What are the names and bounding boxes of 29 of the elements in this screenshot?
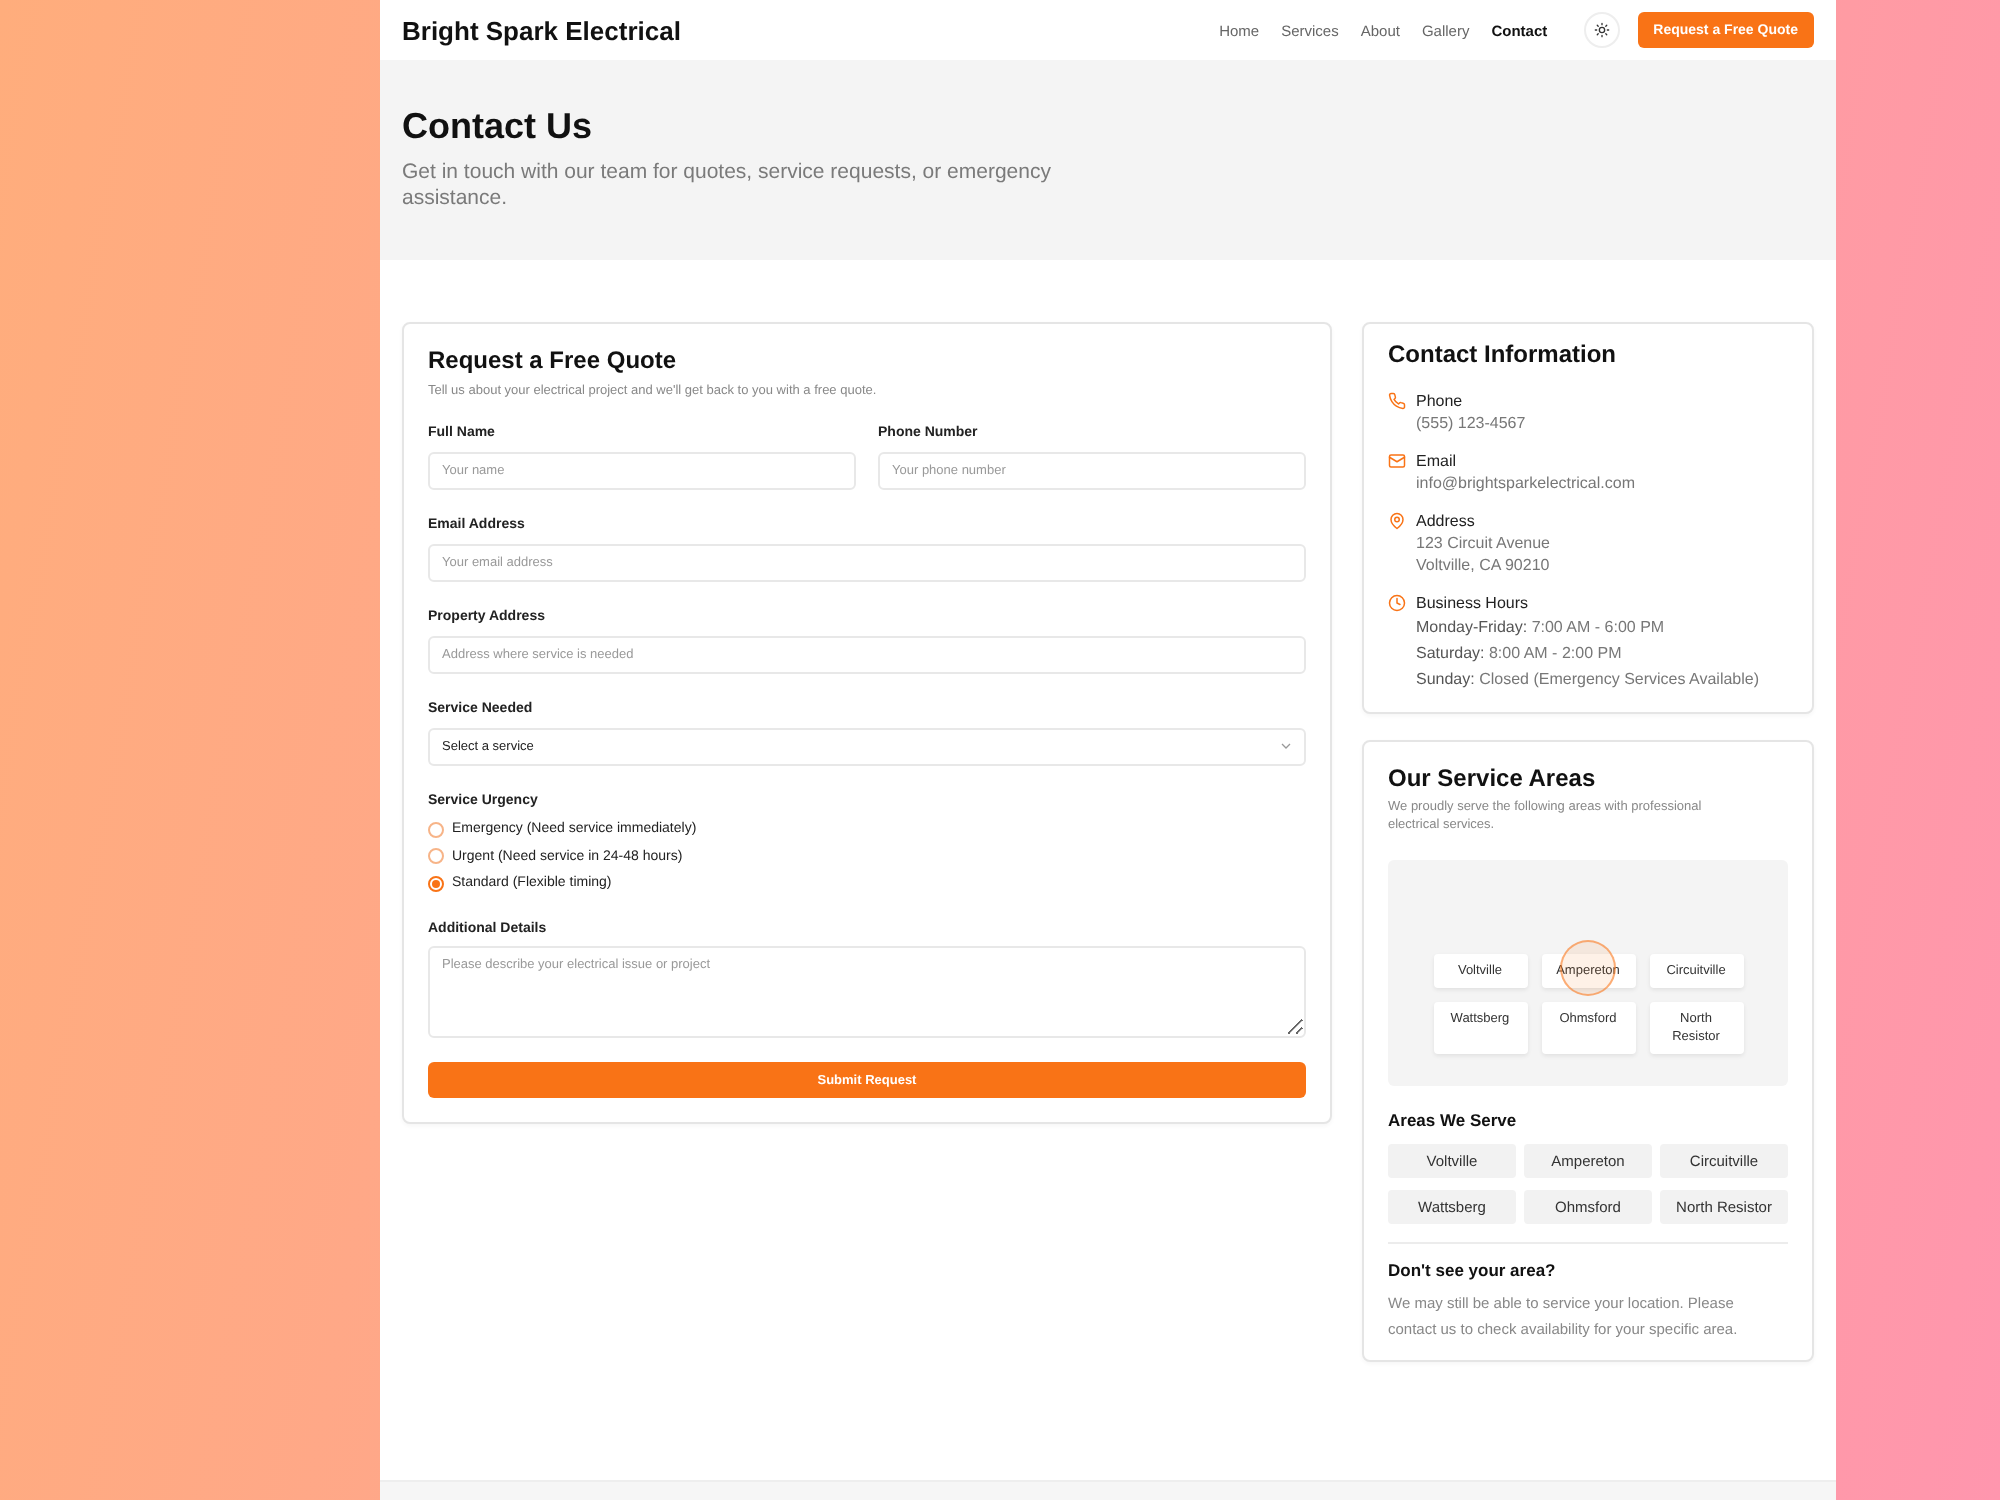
contact-label: Phone — [1416, 389, 1465, 411]
radio-button[interactable] — [428, 875, 444, 891]
chevron-down-icon — [1280, 740, 1292, 752]
card-title: Request a Free Quote — [428, 346, 679, 376]
section-heading: Areas We Serve — [1388, 1110, 1519, 1132]
contact-value: 123 Circuit Avenue — [1416, 531, 1551, 553]
contact-value: info@brightsparkelectrical.com — [1416, 471, 1635, 493]
clock-icon — [1388, 593, 1406, 611]
contact-label: Business Hours — [1416, 591, 1531, 613]
hours-text: Monday-Friday: 7:00 AM - 6:00 PM — [1416, 615, 1667, 639]
hours-text: Saturday: 8:00 AM - 2:00 PM — [1416, 641, 1624, 665]
contact-value: Voltville, CA 90210 — [1416, 553, 1551, 575]
page-subtitle: Get in touch with our team for quotes, service requests, or emergency assistance. — [402, 160, 1053, 212]
section-heading: Don't see your area? — [1388, 1259, 1558, 1281]
hours-text: Sunday: Closed (Emergency Services Available) — [1416, 667, 1760, 691]
radio-button[interactable] — [428, 821, 444, 837]
map-pin-icon — [1388, 511, 1406, 529]
envelope-icon — [1388, 451, 1406, 469]
theme-toggle-button[interactable] — [1583, 12, 1620, 48]
contact-label: Email — [1416, 449, 1459, 471]
card-title: Our Service Areas — [1388, 763, 1598, 793]
card-title: Contact Information — [1388, 340, 1618, 370]
contact-label: Address — [1416, 509, 1477, 531]
radio-button[interactable] — [428, 848, 444, 864]
brand-name[interactable]: Bright Spark Electrical — [402, 15, 681, 45]
phone-icon — [1388, 391, 1406, 409]
contact-value: (555) 123-4567 — [1416, 411, 1526, 433]
page-title: Contact Us — [402, 104, 595, 148]
sun-icon — [1593, 22, 1610, 38]
